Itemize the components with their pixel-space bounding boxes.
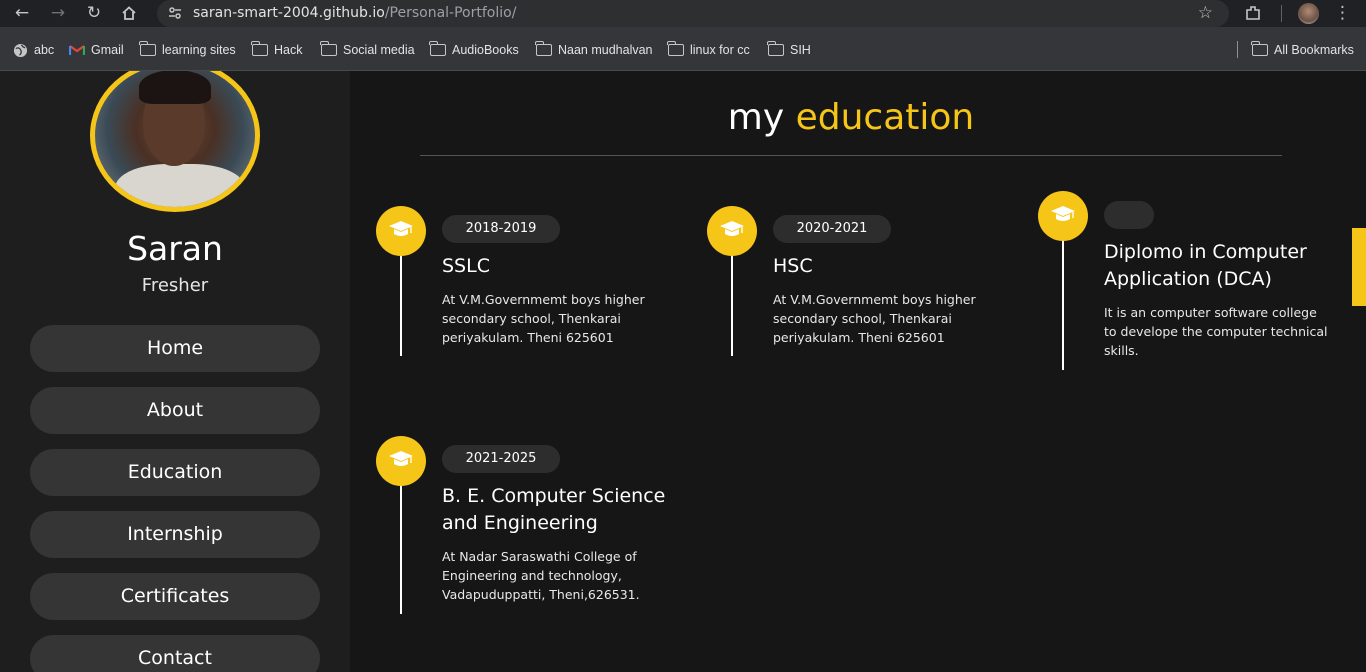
folder-icon [1251,41,1268,56]
education-description: At V.M.Governmemt boys higher secondary … [442,292,645,345]
profile-avatar-icon[interactable] [1298,3,1319,24]
education-title: SSLC [442,255,490,277]
bookmark-folder-linux-for-cc[interactable]: linux for cc [667,41,750,59]
nav-about-button[interactable]: About [30,387,320,434]
bookmark-star-icon[interactable]: ☆ [1198,3,1213,23]
all-bookmarks[interactable]: All Bookmarks [1251,41,1354,59]
section-title: my education [350,97,1352,138]
bookmark-folder-naan-mudhalvan[interactable]: Naan mudhalvan [535,41,653,59]
bookmark-label: learning sites [162,43,236,57]
nav-certificates-button[interactable]: Certificates [30,573,320,620]
bookmark-folder-hack[interactable]: Hack [251,41,303,59]
timeline-line [400,466,402,614]
folder-icon [667,41,684,56]
url-text[interactable]: saran-smart-2004.github.io/Personal-Port… [193,4,516,22]
graduation-cap-icon [707,206,757,256]
bookmarks-divider [1237,41,1238,58]
browser-toolbar: ← → ↻ saran-smart-2004.github.io/Persona… [0,0,1366,27]
folder-icon [767,41,784,56]
graduation-cap-icon [1038,191,1088,241]
education-date: 2018-2019 [442,215,560,243]
bookmark-label: All Bookmarks [1274,43,1354,57]
graduation-cap-icon [376,206,426,256]
home-icon[interactable] [117,2,141,24]
bookmark-label: Hack [274,43,303,57]
extensions-icon[interactable] [1244,2,1262,28]
title-underline [420,155,1282,156]
bookmark-label: abc [34,43,55,57]
bookmark-folder-sih[interactable]: SIH [767,41,811,59]
profile-role: Fresher [141,275,209,296]
gmail-icon [69,45,85,55]
education-date: 2020-2021 [773,215,891,243]
education-description: At V.M.Governmemt boys higher secondary … [773,292,976,345]
reload-icon[interactable]: ↻ [82,2,106,24]
section-title-highlight: education [795,97,975,138]
bookmark-label: linux for cc [690,43,750,57]
site-info-icon[interactable] [167,5,183,21]
folder-icon [320,41,337,56]
bookmark-label: SIH [790,43,811,57]
section-title-plain: my [727,97,785,138]
education-section: my education 2018-2019 SSLC At V.M.Gover… [350,71,1366,672]
bookmarks-bar: abc Gmail learning sites Hack Social med… [0,27,1366,71]
nav-contact-button[interactable]: Contact [30,635,320,672]
globe-icon [13,43,28,57]
bookmark-label: Gmail [91,43,124,57]
education-date [1104,201,1154,229]
education-description: It is an computer software college to de… [1104,305,1328,358]
page-scrollbar-thumb[interactable] [1352,228,1366,306]
bookmark-abc[interactable]: abc [13,41,54,59]
forward-arrow-icon[interactable]: → [46,2,70,24]
bookmark-label: Social media [343,43,415,57]
bookmark-label: Naan mudhalvan [558,43,653,57]
bookmark-folder-learning-sites[interactable]: learning sites [139,41,236,59]
url-path: /Personal-Portfolio/ [384,5,517,21]
address-bar[interactable]: saran-smart-2004.github.io/Personal-Port… [157,0,1229,27]
profile-name: Saran [127,229,223,268]
folder-icon [251,41,268,56]
bookmark-folder-social-media[interactable]: Social media [320,41,415,59]
profile-photo [90,71,260,212]
bookmark-gmail[interactable]: Gmail [69,41,124,59]
bookmark-folder-audiobooks[interactable]: AudioBooks [429,41,519,59]
bookmark-label: AudioBooks [452,43,519,57]
folder-icon [139,41,156,56]
graduation-cap-icon [376,436,426,486]
education-title: HSC [773,255,813,277]
url-host: saran-smart-2004.github.io [193,5,385,21]
sidebar: Saran Fresher Home About Education Inter… [0,71,350,672]
nav-internship-button[interactable]: Internship [30,511,320,558]
education-description: At Nadar Saraswathi College of Engineeri… [442,549,640,602]
folder-icon [535,41,552,56]
education-date: 2021-2025 [442,445,560,473]
timeline-line [1062,221,1064,370]
toolbar-divider [1281,5,1282,22]
education-title: Diplomo in Computer Application (DCA) [1104,241,1307,290]
nav-home-button[interactable]: Home [30,325,320,372]
folder-icon [429,41,446,56]
menu-kebab-icon[interactable]: ⋮ [1334,2,1351,24]
nav-education-button[interactable]: Education [30,449,320,496]
back-arrow-icon[interactable]: ← [10,2,34,24]
education-title: B. E. Computer Science and Engineering [442,485,666,534]
